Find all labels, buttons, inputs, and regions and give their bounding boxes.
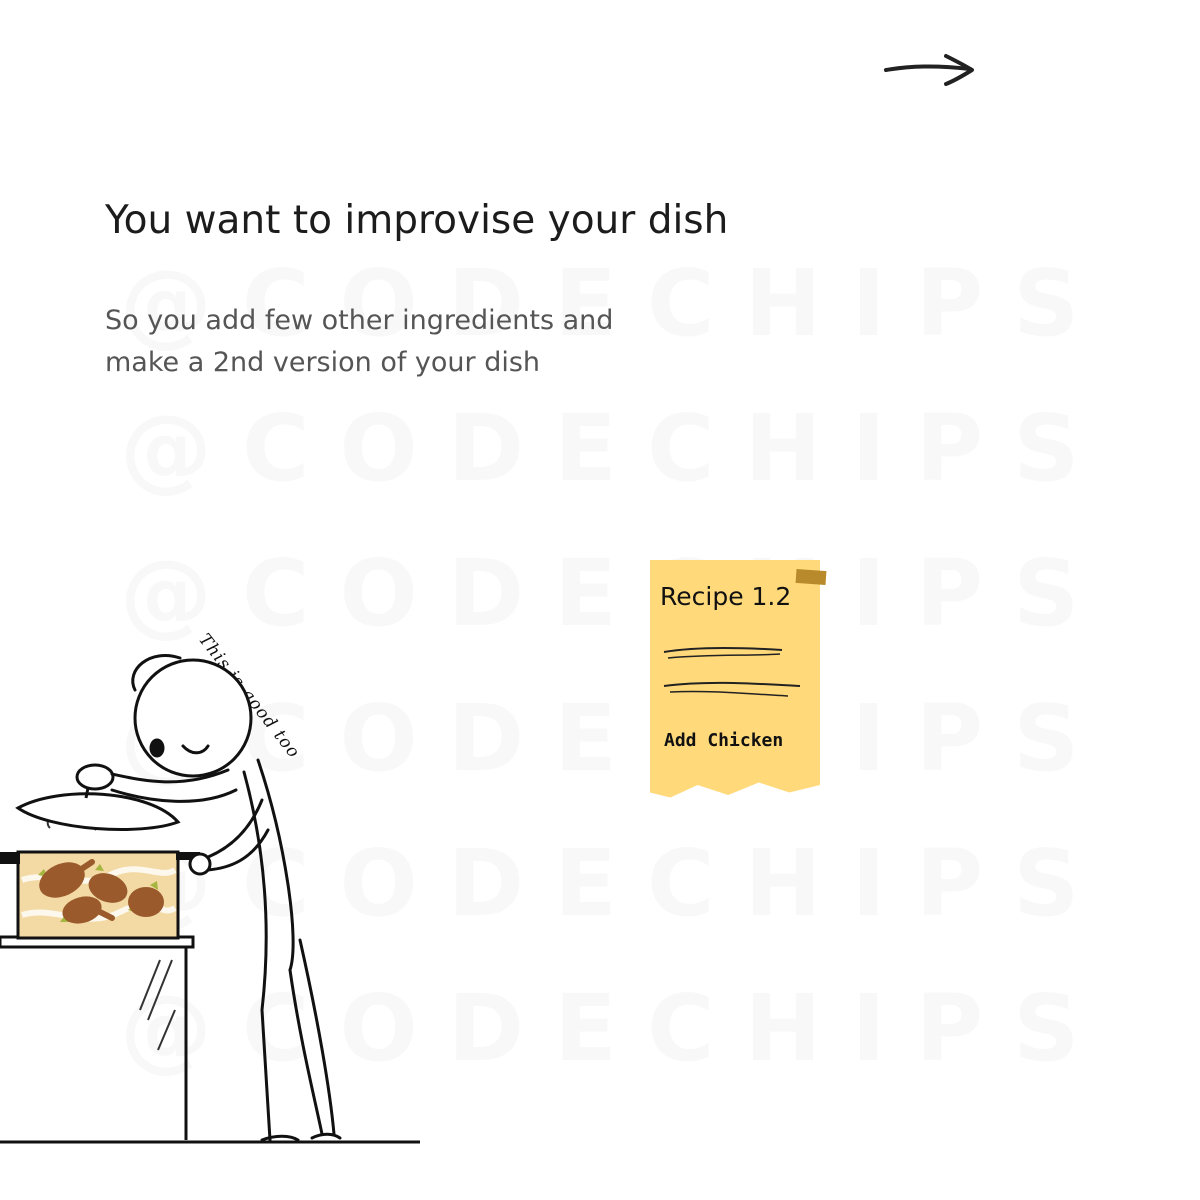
chicken-leg-icon: [128, 887, 164, 917]
tape-icon: [795, 568, 827, 586]
pot-lid-icon: [15, 763, 181, 832]
cooking-pot-icon: [0, 850, 200, 940]
recipe-note: Recipe 1.2 Add Chicken: [650, 560, 827, 810]
cooking-illustration: [0, 540, 440, 1160]
recipe-instruction: Add Chicken: [664, 730, 784, 751]
scribble-lines-icon: [663, 647, 801, 697]
next-slide-button[interactable]: [880, 48, 980, 92]
slide-headline: You want to improvise your dish: [105, 198, 729, 243]
recipe-title: Recipe 1.2: [660, 582, 792, 611]
right-arrow-icon: [884, 54, 974, 86]
slide-body-line: So you add few other ingredients and: [105, 305, 614, 336]
slide-body-line: make a 2nd version of your dish: [105, 347, 541, 378]
kitchen-counter-icon: [0, 935, 420, 1144]
watermark-text: @CODECHIPS: [120, 395, 1109, 502]
slide-body: So you add few other ingredients and mak…: [105, 300, 805, 384]
